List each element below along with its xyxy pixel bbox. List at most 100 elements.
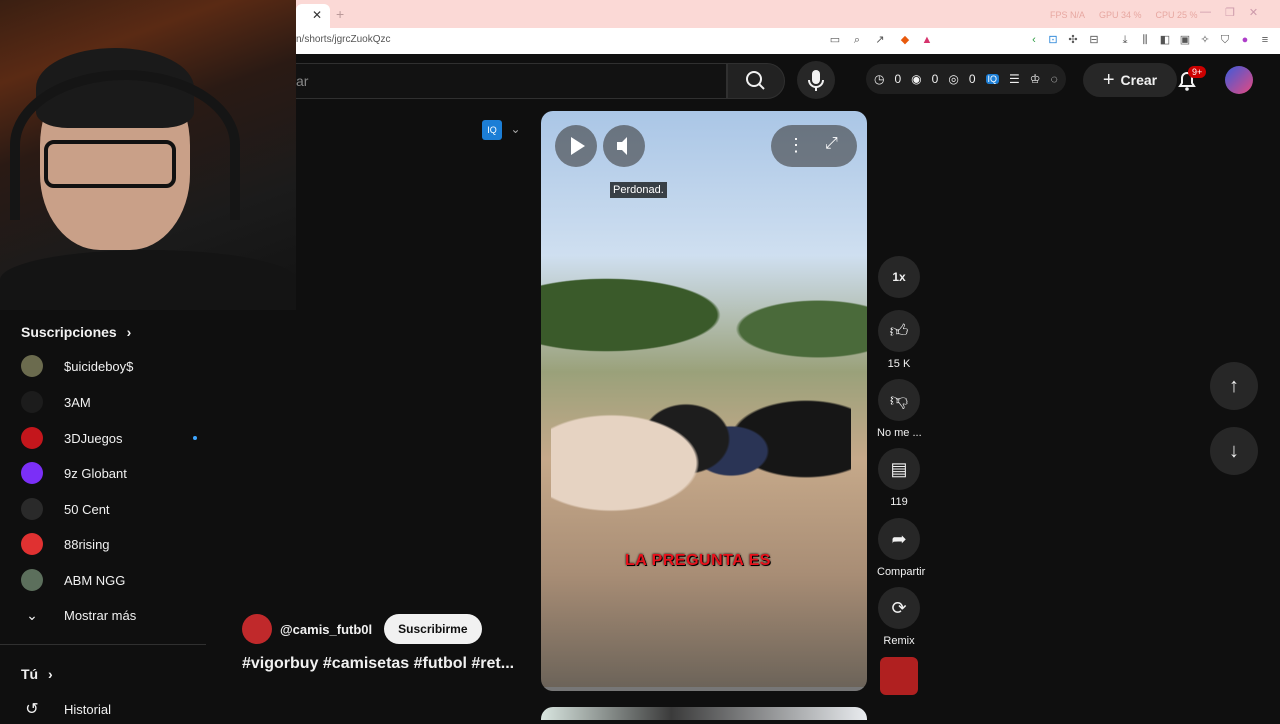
downloads-icon[interactable]: ⤓: [1118, 33, 1132, 47]
library-icon[interactable]: ⫼: [1138, 33, 1152, 47]
playback-speed-button[interactable]: 1x: [877, 256, 921, 298]
chevron-down-icon: ⌄: [26, 606, 38, 623]
sidebar-toggle-icon[interactable]: ◧: [1158, 33, 1172, 47]
webcam-overlay: [0, 0, 296, 310]
menu-icon[interactable]: ≡: [1258, 33, 1272, 47]
remix-icon: ⟳: [891, 597, 907, 618]
restore-icon[interactable]: ❐: [1225, 6, 1235, 19]
subscribe-button[interactable]: Suscribirme: [384, 614, 482, 644]
channel-name: 3AM: [64, 394, 91, 410]
screenshot-icon[interactable]: ⊟: [1087, 33, 1101, 47]
new-tab-icon[interactable]: +: [336, 6, 344, 22]
account-avatar[interactable]: [1225, 66, 1253, 94]
play-button[interactable]: [555, 125, 597, 167]
channel-avatar: [21, 355, 43, 377]
extensions-icon[interactable]: ✣: [1066, 33, 1080, 47]
cpu-stat: CPU 25 %: [1155, 10, 1198, 20]
cast-icon[interactable]: ▭: [828, 33, 842, 47]
window-controls: — ❐ ✕: [1200, 6, 1258, 19]
channel-avatar: [21, 498, 43, 520]
channel-name: $uicideboy$: [64, 358, 134, 374]
notifications-badge: 9+: [1188, 66, 1207, 78]
more-options-icon[interactable]: ⋮: [787, 135, 805, 156]
subscription-item[interactable]: 3AM: [21, 387, 201, 417]
browser-tab[interactable]: ✕: [296, 4, 330, 28]
profile-icon[interactable]: ●: [1238, 33, 1252, 47]
channel-avatar: [21, 569, 43, 591]
extension-counters[interactable]: ◷ 0 ◉ 0 ◎ 0 IQ ☰ ♔ ◌: [866, 64, 1066, 94]
short-video-player[interactable]: ⋮ ⤢: [541, 111, 867, 691]
subscriptions-header[interactable]: Suscripciones ›: [21, 324, 131, 340]
channel-avatar: [21, 427, 43, 449]
like-button[interactable]: 👍︎ 15 K: [877, 310, 921, 370]
video-burned-subtitle: LA PREGUNTA ES: [625, 552, 771, 569]
dislike-label: No me ...: [877, 427, 922, 439]
next-short-button[interactable]: ↓: [1210, 427, 1258, 475]
sound-thumbnail[interactable]: [880, 657, 918, 695]
show-more-button[interactable]: ⌄ Mostrar más: [21, 600, 201, 630]
wallet-icon[interactable]: ▣: [1178, 33, 1192, 47]
video-progress-bar[interactable]: [541, 687, 867, 691]
trophy-icon[interactable]: ♔: [1030, 72, 1041, 86]
eye-off-icon: ◎: [948, 72, 959, 86]
minimize-icon[interactable]: —: [1200, 6, 1211, 19]
dislike-button[interactable]: 👎︎ No me ...: [877, 379, 922, 439]
channel-name[interactable]: @camis_futb0l: [280, 622, 372, 637]
you-header[interactable]: Tú ›: [21, 666, 53, 682]
comments-button[interactable]: ▤ 119: [877, 448, 921, 508]
rewards-icon[interactable]: ▲: [920, 33, 934, 47]
short-title[interactable]: #vigorbuy #camisetas #futbol #ret...: [242, 655, 532, 673]
close-tab-icon[interactable]: ✕: [312, 8, 322, 22]
close-window-icon[interactable]: ✕: [1249, 6, 1258, 19]
chevron-right-icon: ›: [126, 324, 132, 340]
iq-extension-dropdown[interactable]: IQ ⌄: [482, 120, 526, 142]
subscription-item[interactable]: 9z Globant: [21, 458, 201, 488]
remix-button[interactable]: ⟳ Remix: [877, 587, 921, 647]
extension-arrow-icon[interactable]: ‹: [1027, 33, 1041, 47]
fps-stat: FPS N/A: [1050, 10, 1086, 20]
previous-short-button[interactable]: ↑: [1210, 362, 1258, 410]
channel-avatar[interactable]: [242, 614, 272, 644]
subscription-item[interactable]: 3DJuegos: [21, 423, 201, 453]
vpn-icon[interactable]: ⛉: [1218, 33, 1232, 47]
new-content-dot: [193, 436, 197, 440]
channel-avatar: [21, 462, 43, 484]
share-page-icon[interactable]: ↗: [873, 33, 887, 47]
list-icon[interactable]: ☰: [1009, 72, 1020, 86]
history-label: Historial: [64, 701, 111, 717]
play-icon: [571, 137, 585, 155]
thumbs-up-icon: 👍︎: [889, 321, 909, 341]
iq-extension-icon[interactable]: IQ: [985, 74, 1000, 84]
glasses: [44, 140, 176, 188]
search-button[interactable]: [727, 63, 785, 99]
create-button[interactable]: + Crear: [1083, 63, 1177, 97]
translate-icon[interactable]: ⊡: [1046, 33, 1060, 47]
channel-name: 3DJuegos: [64, 430, 123, 446]
chevron-down-icon: ⌄: [510, 122, 521, 136]
gpu-stat: GPU 34 %: [1099, 10, 1142, 20]
voice-search-button[interactable]: [797, 61, 835, 99]
zoom-icon[interactable]: ⌕: [850, 33, 864, 47]
brave-shield-icon[interactable]: ◆: [898, 33, 912, 47]
volume-icon: [617, 137, 627, 155]
fullscreen-icon[interactable]: ⤢: [825, 135, 838, 153]
clock-icon: ◷: [874, 72, 885, 86]
subscription-item[interactable]: ABM NGG: [21, 565, 201, 595]
video-caption: Perdonad.: [610, 182, 667, 198]
microphone-icon: [808, 70, 824, 91]
subscription-item[interactable]: 88rising: [21, 529, 201, 559]
ai-icon[interactable]: ✧: [1198, 33, 1212, 47]
subscription-item[interactable]: $uicideboy$: [21, 351, 201, 381]
search-input[interactable]: ar: [296, 63, 727, 99]
share-icon: ➦: [891, 528, 907, 549]
share-button[interactable]: ➦ Compartir: [877, 518, 925, 578]
url-field[interactable]: n/shorts/jgrcZuokQzc: [296, 34, 390, 45]
counter-1: 0: [894, 72, 902, 86]
channel-avatar: [21, 391, 43, 413]
volume-button[interactable]: [603, 125, 645, 167]
next-short-preview[interactable]: [541, 707, 867, 720]
subscription-item[interactable]: 50 Cent: [21, 494, 201, 524]
chevron-right-icon: ›: [48, 666, 53, 682]
you-title: Tú: [21, 666, 39, 682]
chat-icon[interactable]: ◌: [1051, 72, 1058, 86]
